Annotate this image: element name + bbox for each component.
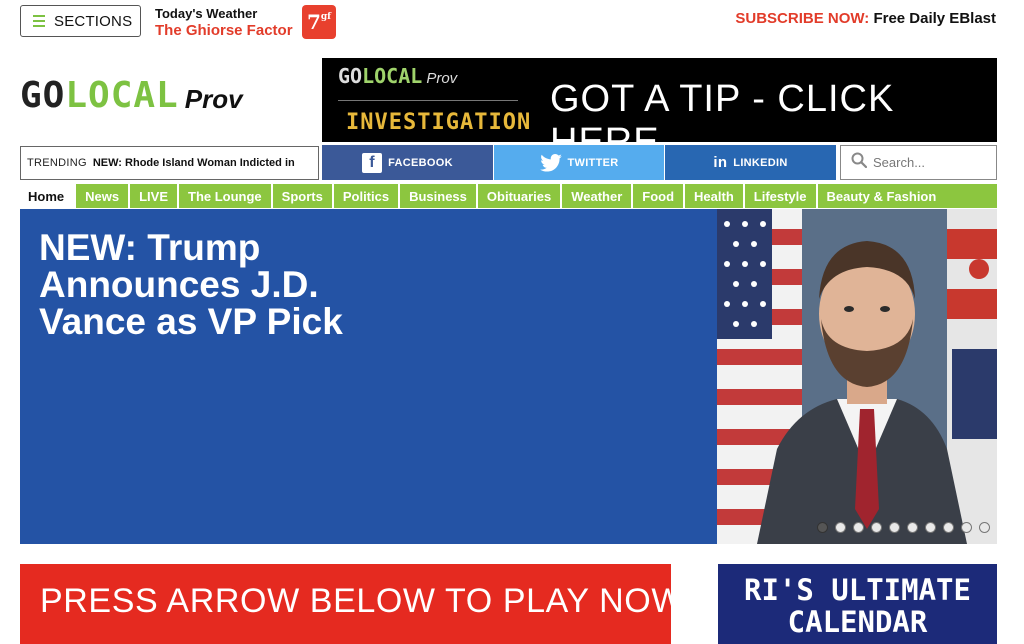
trending-label: TRENDING <box>27 157 87 169</box>
slider-dot[interactable] <box>943 522 954 533</box>
play-now-banner[interactable]: PRESS ARROW BELOW TO PLAY NOW <box>20 564 671 644</box>
nav-live[interactable]: LIVE <box>130 184 179 208</box>
weather-badge-sup: gf <box>320 12 332 22</box>
nav-business[interactable]: Business <box>400 184 478 208</box>
twitter-label: TWITTER <box>567 156 619 169</box>
weather-link[interactable]: Today's Weather The Ghiorse Factor <box>155 6 293 40</box>
weather-badge-number: 7 <box>306 10 321 34</box>
facebook-label: FACEBOOK <box>388 156 453 169</box>
search-icon <box>851 152 868 173</box>
linkedin-button[interactable]: in LINKEDIN <box>665 145 836 180</box>
slider-dot[interactable] <box>871 522 882 533</box>
play-now-text: PRESS ARROW BELOW TO PLAY NOW <box>40 582 671 620</box>
hero-headline[interactable]: NEW: Trump Announces J.D. Vance as VP Pi… <box>39 229 419 340</box>
nav-sports[interactable]: Sports <box>273 184 334 208</box>
site-logo[interactable]: GO LOCAL Prov <box>20 75 243 116</box>
sections-label: SECTIONS <box>54 12 133 30</box>
calendar-title-line1: RI'S ULTIMATE <box>744 573 971 607</box>
tip-banner-ad[interactable]: GOLOCAL Prov INVESTIGATION GOT A TIP - CL… <box>322 58 997 163</box>
slider-dot[interactable] <box>835 522 846 533</box>
trending-ticker[interactable]: TRENDING NEW: Rhode Island Woman Indicte… <box>20 146 319 180</box>
nav-obituaries[interactable]: Obituaries <box>478 184 563 208</box>
slider-dot[interactable] <box>907 522 918 533</box>
trending-headline[interactable]: NEW: Rhode Island Woman Indicted in <box>93 157 295 169</box>
banner-logo: GOLOCAL Prov <box>338 64 457 88</box>
twitter-icon <box>539 153 562 172</box>
weather-badge-icon[interactable]: 7 gf <box>302 5 336 39</box>
search-input[interactable] <box>873 155 983 170</box>
slider-dot[interactable] <box>925 522 936 533</box>
nav-food[interactable]: Food <box>633 184 686 208</box>
nav-politics[interactable]: Politics <box>334 184 401 208</box>
nav-the-lounge[interactable]: The Lounge <box>179 184 273 208</box>
banner-logo-prov: Prov <box>426 70 458 87</box>
hero-slide[interactable]: NEW: Trump Announces J.D. Vance as VP Pi… <box>20 209 997 544</box>
nav-weather[interactable]: Weather <box>562 184 634 208</box>
nav-lifestyle[interactable]: Lifestyle <box>745 184 818 208</box>
slider-dot[interactable] <box>889 522 900 533</box>
nav-health[interactable]: Health <box>685 184 745 208</box>
weather-title: Today's Weather <box>155 6 258 21</box>
hero-photo <box>717 209 997 544</box>
subscribe-link[interactable]: SUBSCRIBE NOW: Free Daily EBlast <box>735 10 996 27</box>
facebook-icon: f <box>362 152 383 173</box>
twitter-button[interactable]: TWITTER <box>494 145 664 180</box>
facebook-button[interactable]: f FACEBOOK <box>322 145 493 180</box>
subscribe-cta: SUBSCRIBE NOW: <box>735 10 870 27</box>
slider-dot[interactable] <box>961 522 972 533</box>
linkedin-label: LINKEDIN <box>733 156 788 169</box>
nav-home[interactable]: Home <box>20 184 77 208</box>
sections-menu-button[interactable]: SECTIONS <box>20 5 141 37</box>
linkedin-icon: in <box>713 154 728 171</box>
weather-subtitle: The Ghiorse Factor <box>155 22 293 39</box>
calendar-title-line2: CALENDAR <box>787 605 928 639</box>
slider-dot[interactable] <box>979 522 990 533</box>
banner-investigation: INVESTIGATION <box>346 110 532 135</box>
nav-news[interactable]: News <box>76 184 131 208</box>
hamburger-icon <box>33 15 45 27</box>
page: SECTIONS Today's Weather The Ghiorse Fac… <box>0 0 1024 644</box>
logo-go: GO <box>20 75 66 116</box>
banner-logo-go: GO <box>338 64 363 88</box>
logo-local: LOCAL <box>65 75 179 116</box>
logo-prov: Prov <box>184 84 243 114</box>
slider-dots <box>817 522 990 533</box>
nav-beauty-fashion[interactable]: Beauty & Fashion <box>818 184 946 208</box>
search-box[interactable] <box>840 145 997 180</box>
main-nav: Home News LIVE The Lounge Sports Politic… <box>20 184 997 208</box>
banner-divider <box>338 100 518 101</box>
banner-logo-local: LOCAL <box>362 64 423 88</box>
slider-dot[interactable] <box>817 522 828 533</box>
slider-dot[interactable] <box>853 522 864 533</box>
calendar-banner[interactable]: RI'S ULTIMATE CALENDAR <box>718 564 997 644</box>
subscribe-text: Free Daily EBlast <box>873 10 996 27</box>
